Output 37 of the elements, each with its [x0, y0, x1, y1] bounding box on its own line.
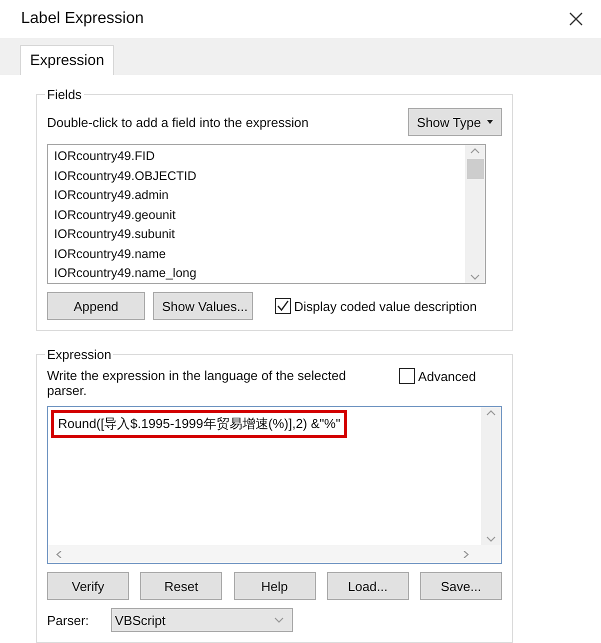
field-list-item[interactable]: IORcountry49.subunit: [54, 225, 459, 244]
check-icon: [277, 300, 289, 312]
field-list-item[interactable]: IORcountry49.name_long: [54, 264, 459, 283]
group-title: Expression: [46, 347, 112, 362]
expression-button[interactable]: Help: [234, 572, 316, 600]
hint-text: Write the expression in the language of the selected parser.: [47, 368, 347, 398]
caret-icon: [487, 120, 493, 124]
horizontal-scrollbar[interactable]: [48, 545, 501, 563]
advanced-checkbox[interactable]: Advanced: [399, 368, 476, 384]
field-list-item[interactable]: IORcountry49.geounit: [54, 206, 459, 225]
expression-input[interactable]: Round([导入$.1995-1999年贸易增速(%)],2) &"%": [47, 406, 502, 564]
expression-text: Round([导入$.1995-1999年贸易增速(%)],2) &"%": [51, 410, 348, 438]
field-list-item[interactable]: IORcountry49.admin: [54, 186, 459, 206]
expression-button[interactable]: Reset: [140, 572, 222, 600]
coded-value-checkbox[interactable]: Display coded value description: [275, 298, 477, 314]
vertical-scrollbar[interactable]: [481, 407, 501, 545]
close-icon[interactable]: [569, 12, 583, 26]
parser-dropdown[interactable]: VBScript: [110, 608, 293, 632]
checkbox[interactable]: [275, 298, 291, 314]
parser-label: Parser:: [47, 612, 89, 628]
window-title: Label Expression: [21, 10, 144, 28]
show-type-button[interactable]: Show Type: [408, 108, 502, 136]
expression-button[interactable]: Verify: [47, 572, 129, 600]
checkbox[interactable]: [399, 368, 416, 384]
scroll-thumb[interactable]: [466, 159, 484, 179]
field-button[interactable]: Append: [47, 292, 145, 320]
tab[interactable]: Expression: [20, 45, 114, 75]
expression-button[interactable]: Save...: [420, 572, 502, 600]
vertical-scrollbar[interactable]: [465, 145, 485, 283]
field-list-item[interactable]: IORcountry49.FID: [54, 147, 459, 166]
field-button[interactable]: Show Values...: [153, 292, 253, 320]
expression-button[interactable]: Load...: [326, 572, 409, 600]
field-list-item[interactable]: IORcountry49.OBJECTID: [54, 166, 459, 186]
hint-text: Double-click to add a field into the expression: [47, 114, 309, 130]
field-list[interactable]: IORcountry49.FID IORcountry49.OBJECTID IORcountry49.admin IORcountry49.geounit IORcountry49.subunit IORcountry49.name IORcountry49.name_long: [47, 144, 486, 284]
field-list-item[interactable]: IORcountry49.name: [54, 244, 459, 264]
group-title: Fields: [46, 87, 83, 102]
